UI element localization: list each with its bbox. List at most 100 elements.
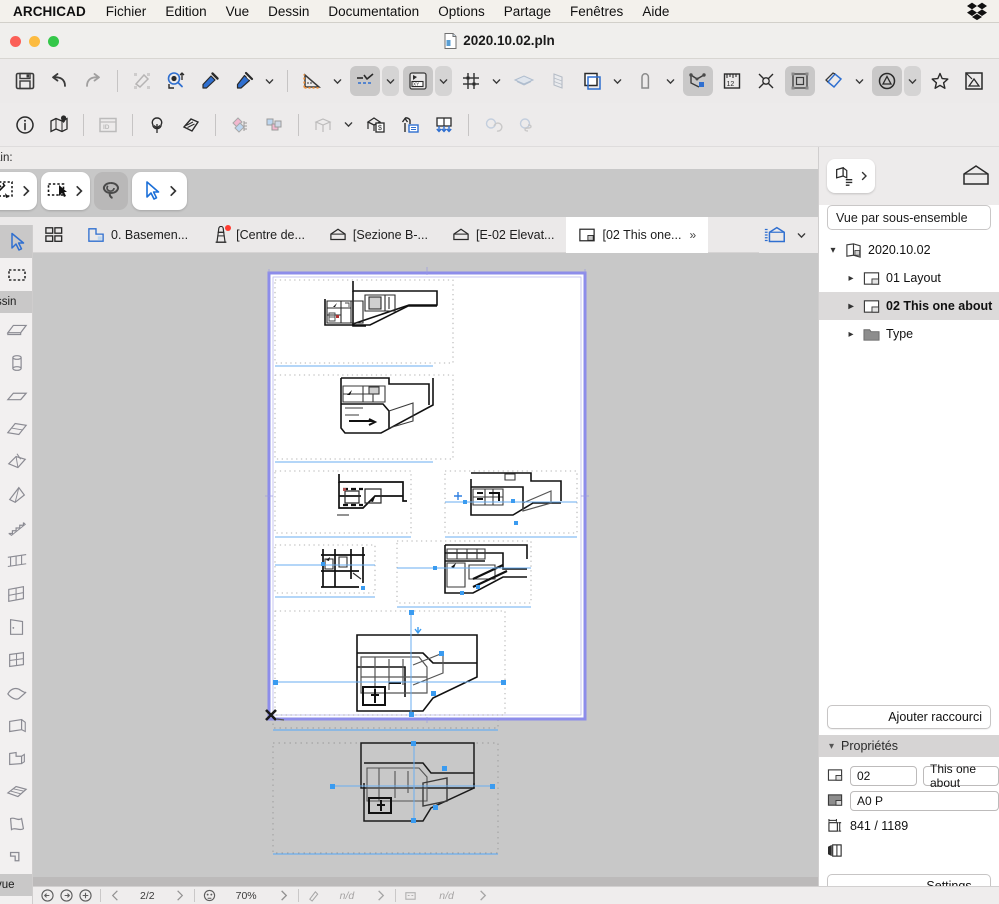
find-select-button[interactable] — [161, 66, 191, 96]
tab-02-this-one[interactable]: [02 This one... » — [566, 217, 708, 253]
tree-item-type[interactable]: ▸ Type — [819, 320, 999, 348]
tool-door[interactable] — [0, 610, 33, 643]
favorites-button[interactable] — [925, 66, 955, 96]
georeference-button[interactable] — [44, 110, 74, 140]
partial-structure-caret[interactable] — [662, 66, 679, 96]
chevron-right-icon[interactable] — [476, 889, 489, 902]
project-home-icon[interactable] — [961, 163, 991, 189]
id-manager-button[interactable]: ID — [93, 110, 123, 140]
tool-shell[interactable] — [0, 676, 33, 709]
menu-partage[interactable]: Partage — [504, 4, 551, 19]
tool-arrow[interactable] — [0, 225, 33, 258]
3d-document-button[interactable] — [819, 66, 849, 96]
nav-add-icon[interactable] — [79, 889, 92, 902]
graphisoft-logo-button[interactable] — [872, 66, 902, 96]
xy-coordinate-caret[interactable] — [435, 66, 452, 96]
measure-tool-button[interactable] — [297, 66, 327, 96]
chevron-right-icon[interactable] — [374, 889, 387, 902]
layer-combo-icon[interactable] — [404, 889, 417, 902]
layout-id-input[interactable]: 02 — [850, 766, 917, 786]
lasso-mode-button[interactable] — [94, 172, 128, 210]
add-shortcut-button[interactable]: Ajouter raccourci — [827, 705, 991, 729]
save-button[interactable] — [10, 66, 40, 96]
properties-section-header[interactable]: ▾ Propriétés — [819, 735, 999, 757]
tab-sezione-b[interactable]: [Sezione B-... — [317, 217, 440, 253]
redo-button[interactable] — [78, 66, 108, 96]
tool-curtain-wall[interactable] — [0, 577, 33, 610]
chevron-right-icon[interactable]: ▸ — [845, 273, 857, 284]
canvas-drawing-surface[interactable] — [33, 253, 818, 886]
menu-fichier[interactable]: Fichier — [106, 4, 147, 19]
arrow-mode-button[interactable] — [132, 172, 187, 210]
teamwork-receive-button[interactable] — [512, 110, 542, 140]
nav-back-icon[interactable] — [41, 889, 54, 902]
dropbox-icon[interactable] — [967, 1, 987, 21]
zoom-button[interactable] — [48, 36, 59, 47]
tool-slab[interactable] — [0, 313, 33, 346]
menu-fenetres[interactable]: Fenêtres — [570, 4, 623, 19]
marquee-3d-button[interactable] — [751, 66, 781, 96]
elevation-dimension-caret[interactable] — [382, 66, 399, 96]
property-button[interactable] — [259, 110, 289, 140]
navigator-mode-button[interactable] — [827, 159, 875, 193]
tab-centre-de[interactable]: [Centre de... — [200, 217, 317, 253]
pen-set-icon[interactable] — [307, 889, 320, 902]
tool-marquee[interactable] — [0, 258, 33, 291]
tab-overview-grid-button[interactable] — [33, 217, 75, 253]
classification-button[interactable] — [225, 110, 255, 140]
tool-zone[interactable] — [0, 709, 33, 742]
eyedropper-button[interactable] — [195, 66, 225, 96]
tool-morph[interactable] — [0, 478, 33, 511]
project-preview-button[interactable] — [959, 66, 989, 96]
tab-e02-elevation[interactable]: [E-02 Elevat... — [440, 217, 567, 253]
tool-object[interactable] — [0, 742, 33, 775]
menubar-tray[interactable] — [967, 1, 987, 21]
layout-canvas[interactable] — [33, 253, 818, 886]
prev-icon[interactable] — [109, 889, 122, 902]
teamwork-send-button[interactable] — [478, 110, 508, 140]
master-layout-input[interactable]: A0 P — [850, 791, 999, 811]
chevron-right-icon[interactable] — [277, 889, 290, 902]
menu-vue[interactable]: Vue — [226, 4, 250, 19]
info-button[interactable] — [10, 110, 40, 140]
wall-layer-button[interactable] — [543, 66, 573, 96]
measure-tool-caret[interactable] — [329, 66, 346, 96]
stories-button[interactable] — [509, 66, 539, 96]
tool-corner-window[interactable] — [0, 841, 33, 874]
chevron-down-icon[interactable]: ▾ — [827, 245, 839, 256]
close-button[interactable] — [10, 36, 21, 47]
marquee-mode-button[interactable] — [41, 172, 90, 210]
3d-style-button[interactable] — [683, 66, 713, 96]
tool-stair[interactable] — [0, 511, 33, 544]
undo-button[interactable] — [44, 66, 74, 96]
renovation-filter-button[interactable] — [785, 66, 815, 96]
tool-window[interactable] — [0, 643, 33, 676]
chevron-down-icon[interactable]: ▾ — [829, 741, 834, 752]
menu-app-name[interactable]: ARCHICAD — [13, 4, 86, 19]
view-subset-selector[interactable]: Vue par sous-ensemble — [827, 205, 991, 230]
elevation-dimension-button[interactable] — [350, 66, 380, 96]
minimize-button[interactable] — [29, 36, 40, 47]
chevron-right-icon[interactable]: ▸ — [845, 329, 857, 340]
publish-list-button[interactable] — [395, 110, 425, 140]
magic-wand-mode-button[interactable] — [0, 172, 37, 210]
dimension-ruler-button[interactable]: 12 — [717, 66, 747, 96]
xy-coordinate-button[interactable]: XY — [403, 66, 433, 96]
grid-snap-button[interactable] — [456, 66, 486, 96]
canvas-horizontal-scrollbar[interactable] — [33, 877, 818, 886]
tags-label-button[interactable] — [176, 110, 206, 140]
inject-parameters-caret[interactable] — [261, 66, 278, 96]
import-arrows-button[interactable] — [429, 110, 459, 140]
zoom-fit-icon[interactable] — [203, 889, 216, 902]
chevron-right-icon[interactable]: ▸ — [845, 301, 857, 312]
inject-parameters-button[interactable] — [229, 66, 259, 96]
tree-plant-button[interactable] — [142, 110, 172, 140]
3d-view-button[interactable] — [761, 221, 789, 249]
menu-options[interactable]: Options — [438, 4, 485, 19]
furniture-object-caret[interactable] — [340, 110, 357, 140]
graphisoft-logo-caret[interactable] — [904, 66, 921, 96]
schedule-cost-button[interactable]: $ — [361, 110, 391, 140]
menu-documentation[interactable]: Documentation — [328, 4, 419, 19]
menu-aide[interactable]: Aide — [642, 4, 669, 19]
tree-item-project[interactable]: ▾ 2020.10.02 — [819, 236, 999, 264]
